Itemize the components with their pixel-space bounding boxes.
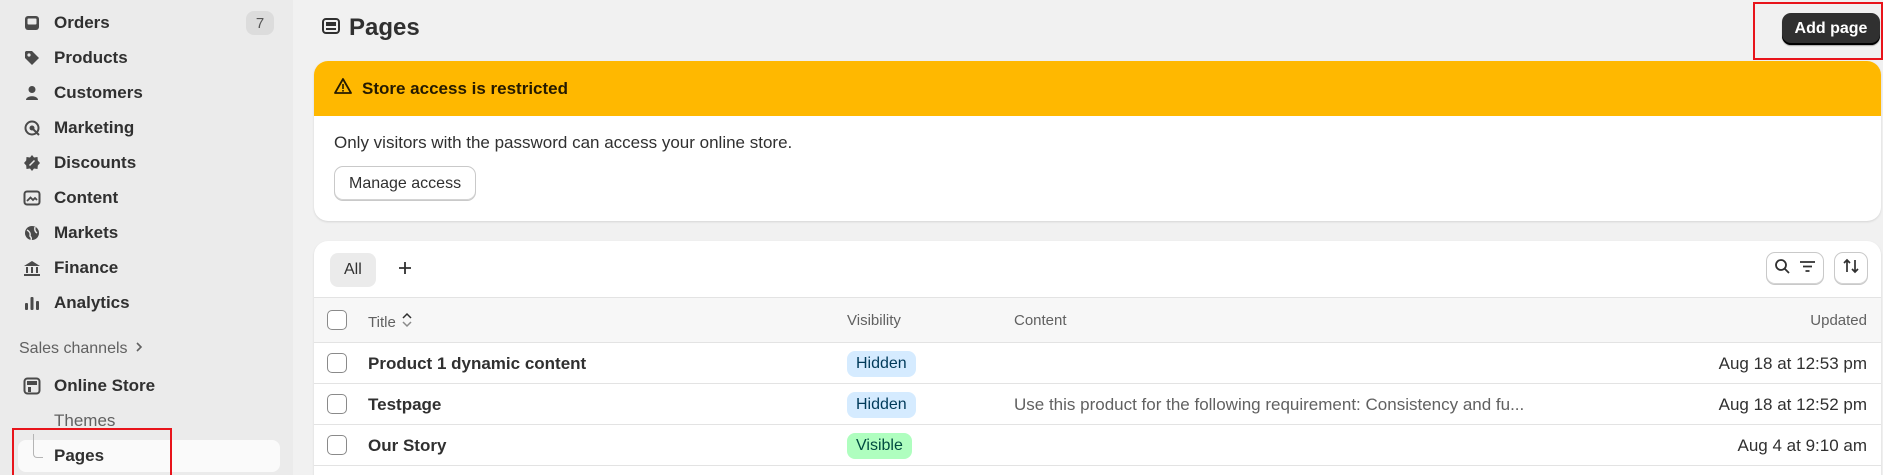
table-row[interactable]: Testpage Hidden Use this product for the… <box>314 384 1881 425</box>
tag-icon <box>22 48 42 68</box>
sidebar-item-discounts[interactable]: Discounts <box>18 147 280 179</box>
sidebar-item-analytics[interactable]: Analytics <box>18 287 280 319</box>
image-icon <box>22 188 42 208</box>
row-checkbox[interactable] <box>327 353 347 373</box>
sidebar: Orders 7 Products Customers Marketing Di… <box>0 0 293 475</box>
manage-access-button[interactable]: Manage access <box>334 166 477 201</box>
store-icon <box>22 376 42 396</box>
sidebar-item-label: Marketing <box>54 118 135 137</box>
filter-icon <box>1799 258 1816 280</box>
column-content: Content <box>1014 312 1067 329</box>
sidebar-item-label: Markets <box>54 223 119 242</box>
sidebar-item-online-store[interactable]: Online Store <box>18 370 280 402</box>
search-icon <box>1774 258 1791 280</box>
status-badge: Hidden <box>847 392 916 418</box>
sidebar-item-orders[interactable]: Orders 7 <box>18 7 280 39</box>
sort-toggle-icon <box>402 312 412 332</box>
sidebar-item-finance[interactable]: Finance <box>18 252 280 284</box>
sidebar-item-label: Products <box>54 48 128 67</box>
sidebar-item-label: Finance <box>54 258 119 277</box>
sort-button[interactable] <box>1834 252 1868 285</box>
sidebar-item-label: Content <box>54 188 119 207</box>
target-icon <box>22 118 42 138</box>
sort-icon <box>1842 257 1860 280</box>
bar-chart-icon <box>22 293 42 313</box>
banner-text: Only visitors with the password can acce… <box>334 133 793 152</box>
sidebar-item-label: Discounts <box>54 153 137 172</box>
pages-highlight-box <box>12 428 172 475</box>
sidebar-item-customers[interactable]: Customers <box>18 77 280 109</box>
chevron-right-icon <box>134 340 144 358</box>
tab-all[interactable]: All <box>330 253 376 287</box>
sidebar-item-label: Orders <box>54 13 110 32</box>
inbox-icon <box>22 13 42 33</box>
row-title[interactable]: Product 1 dynamic content <box>368 354 586 374</box>
discount-icon <box>22 153 42 173</box>
row-checkbox[interactable] <box>327 435 347 455</box>
column-title-label: Title <box>368 313 396 331</box>
sales-channels-label: Sales channels <box>19 340 128 357</box>
table-row[interactable]: Product 1 dynamic content Hidden Aug 18 … <box>314 343 1881 384</box>
page-header: Pages <box>321 14 420 42</box>
add-page-highlight-box <box>1753 2 1883 60</box>
sidebar-item-content[interactable]: Content <box>18 182 280 214</box>
sidebar-item-products[interactable]: Products <box>18 42 280 74</box>
sales-channels-heading[interactable]: Sales channels <box>19 340 144 358</box>
column-visibility: Visibility <box>847 312 901 329</box>
row-title[interactable]: Our Story <box>368 436 446 456</box>
store-access-banner: Store access is restricted Only visitors… <box>314 61 1881 221</box>
status-badge: Hidden <box>847 351 916 377</box>
warning-icon <box>334 77 352 100</box>
bank-icon <box>22 258 42 278</box>
sidebar-item-marketing[interactable]: Marketing <box>18 112 280 144</box>
select-all-checkbox[interactable] <box>327 310 347 330</box>
sidebar-item-markets[interactable]: Markets <box>18 217 280 249</box>
orders-count-badge: 7 <box>246 11 274 35</box>
sidebar-item-label: Online Store <box>54 376 156 395</box>
status-badge: Visible <box>847 433 912 459</box>
banner-title: Store access is restricted <box>362 78 569 98</box>
pages-table-card: All Title Visibility Content Updated Pro… <box>314 241 1881 475</box>
plus-icon <box>397 260 413 281</box>
table-row[interactable]: Our Story Visible Aug 4 at 9:10 am <box>314 425 1881 466</box>
page-title: Pages <box>349 14 420 41</box>
row-title[interactable]: Testpage <box>368 395 441 415</box>
sidebar-item-label: Analytics <box>54 293 130 312</box>
column-updated: Updated <box>1810 312 1867 329</box>
table-header: Title Visibility Content Updated <box>314 297 1881 343</box>
globe-icon <box>22 223 42 243</box>
row-updated: Aug 18 at 12:52 pm <box>1718 395 1867 414</box>
row-checkbox[interactable] <box>327 394 347 414</box>
row-updated: Aug 4 at 9:10 am <box>1737 436 1867 455</box>
banner-header: Store access is restricted <box>314 61 1881 116</box>
column-title[interactable]: Title <box>368 312 412 332</box>
add-view-button[interactable] <box>392 257 418 283</box>
row-updated: Aug 18 at 12:53 pm <box>1718 354 1867 373</box>
sidebar-item-label: Customers <box>54 83 143 102</box>
row-content: Use this product for the following requi… <box>1014 395 1525 414</box>
search-filter-button[interactable] <box>1766 252 1824 285</box>
person-icon <box>22 83 42 103</box>
pages-icon <box>321 16 341 41</box>
